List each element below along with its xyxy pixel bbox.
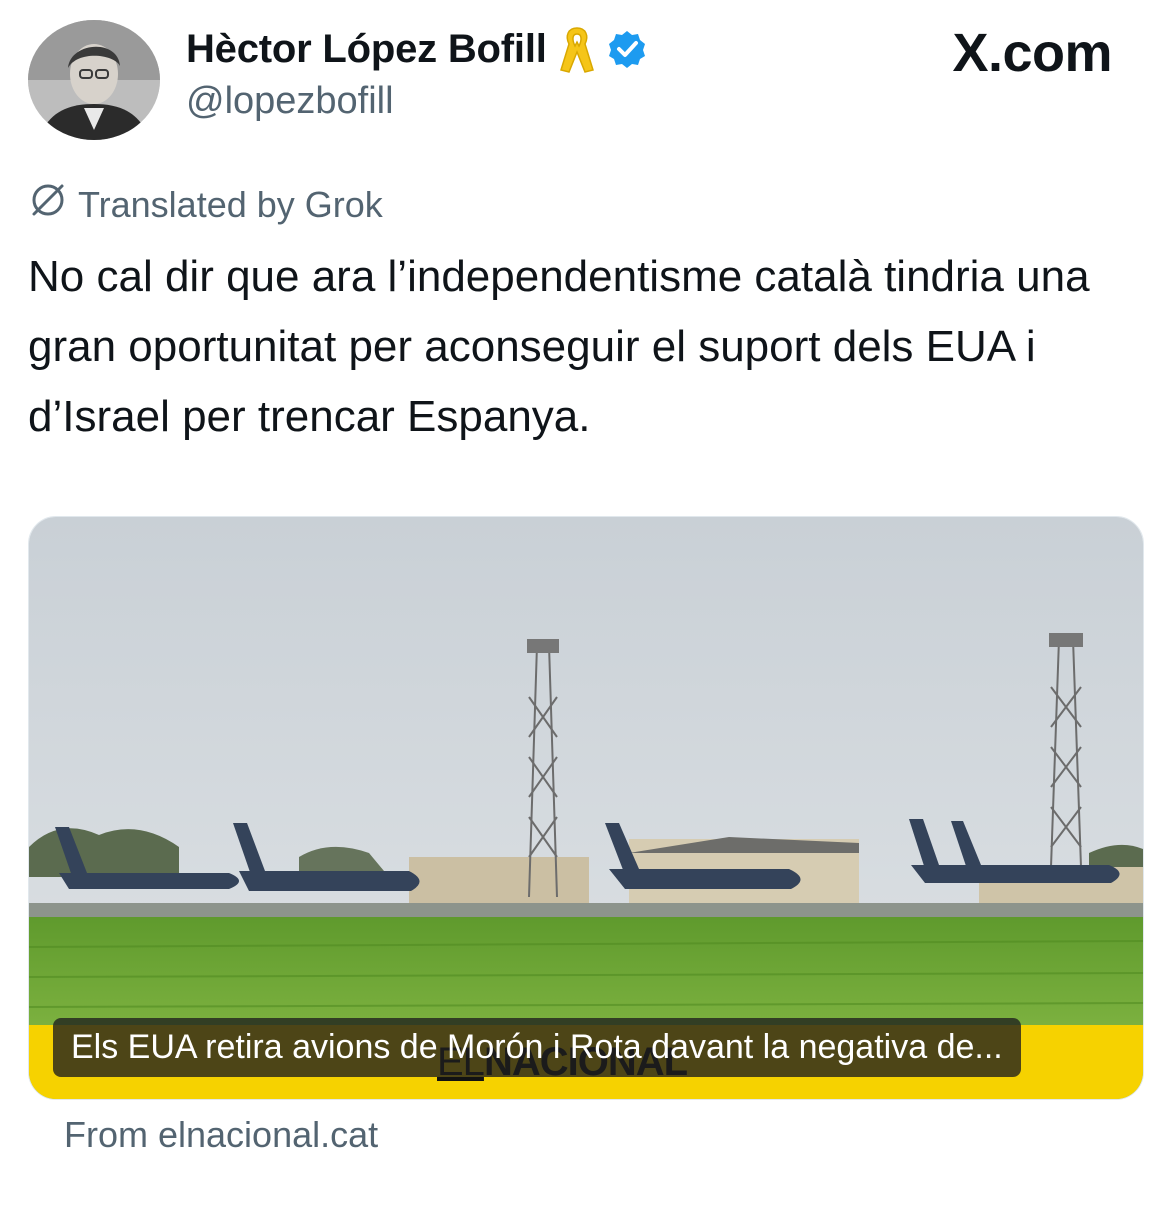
author-line: Hèctor López Bofill (186, 24, 647, 74)
card-image (29, 517, 1143, 1099)
author-handle[interactable]: @lopezbofill (186, 80, 394, 123)
link-card[interactable]: ELNACIONAL Els EUA retira avions de Moró… (28, 516, 1144, 1100)
site-label: X.com (952, 23, 1112, 83)
card-headline[interactable]: Els EUA retira avions de Morón i Rota da… (53, 1018, 1021, 1077)
card-source[interactable]: From elnacional.cat (64, 1114, 378, 1156)
yellow-ribbon-icon (559, 24, 595, 74)
tweet-text: No cal dir que ara l’independentisme cat… (28, 252, 1090, 441)
translation-notice-label: Translated by Grok (78, 183, 383, 225)
avatar[interactable] (28, 20, 160, 140)
avatar-photo (28, 20, 160, 140)
verified-badge-icon[interactable] (607, 29, 647, 69)
grok-icon (28, 180, 68, 229)
translation-notice: Translated by Grok (28, 180, 383, 229)
author-display-name[interactable]: Hèctor López Bofill (186, 27, 547, 72)
